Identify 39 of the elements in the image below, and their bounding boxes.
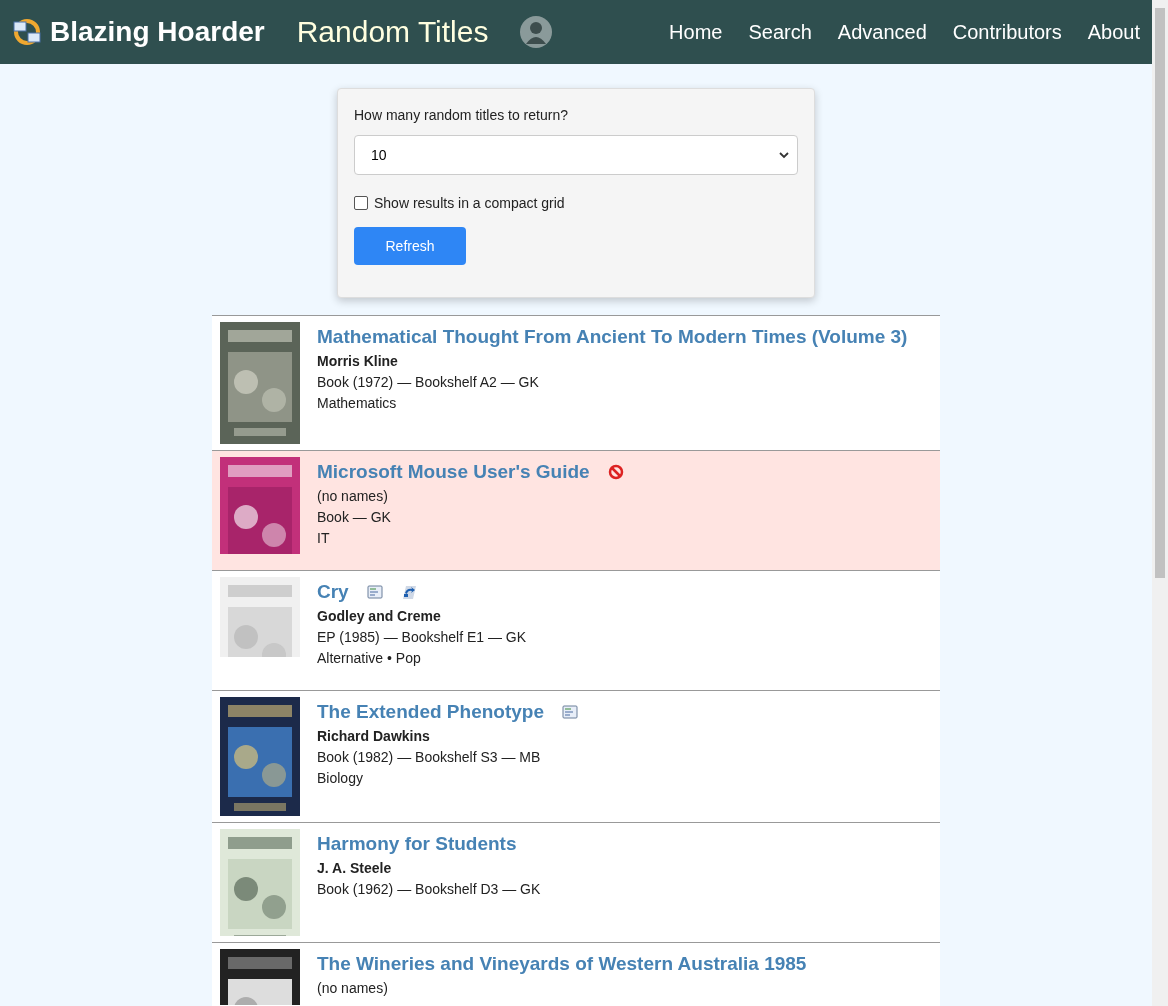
nav-link[interactable]: Advanced [837, 20, 927, 44]
author-text: J. A. Steele [317, 860, 393, 876]
brand-link[interactable]: Blazing Hoarder [50, 16, 265, 48]
nav-link[interactable]: About [1087, 20, 1140, 44]
compact-label: Show results in a compact grid [374, 195, 565, 211]
details-text: Book (1962) — Bookshelf D3 — GK [317, 881, 541, 897]
details-text: Book (1982) — Bookshelf S3 — MB [317, 749, 542, 765]
chevron-down-icon [779, 151, 789, 159]
refresh-button[interactable]: Refresh [354, 227, 466, 265]
title-link[interactable]: Mathematical Thought From Ancient To Modern Times (Volume 3) [317, 326, 908, 348]
title-link[interactable]: Cry [317, 581, 349, 603]
title-link[interactable]: Harmony for Students [317, 833, 517, 855]
arrow-icon [400, 584, 417, 600]
details-text: Book (1972) — Bookshelf A2 — GK [317, 374, 540, 390]
author-text: (no names) [317, 488, 389, 504]
category-text: Alternative • Pop [317, 650, 422, 666]
author-text: (no names) [317, 980, 389, 996]
author-text: Richard Dawkins [317, 728, 431, 744]
details-text: EP (1985) — Bookshelf E1 — GK [317, 629, 527, 645]
count-label: How many random titles to return? [354, 107, 569, 123]
title-link[interactable]: The Wineries and Vineyards of Western Australia 1985 [317, 953, 807, 975]
document-icon [366, 585, 383, 599]
count-select[interactable]: 10 [354, 135, 798, 175]
category-text: IT [317, 530, 331, 546]
document-icon [562, 705, 578, 719]
nav-link[interactable]: Home [669, 20, 723, 44]
title-link[interactable]: The Extended Phenotype [317, 701, 544, 723]
page-title: Random Titles [296, 15, 489, 49]
category-text: Mathematics [317, 395, 398, 411]
compact-checkbox[interactable] [354, 196, 368, 210]
nav-link[interactable]: Search [748, 20, 812, 44]
author-text: Morris Kline [317, 353, 399, 369]
details-text: Book — GK [317, 509, 392, 525]
category-text: Biology [317, 770, 364, 786]
user-avatar-icon[interactable] [520, 16, 553, 48]
logo-icon [12, 18, 42, 46]
prohibited-icon [607, 464, 624, 480]
nav-link[interactable]: Contributors [952, 20, 1062, 44]
author-text: Godley and Creme [317, 608, 442, 624]
